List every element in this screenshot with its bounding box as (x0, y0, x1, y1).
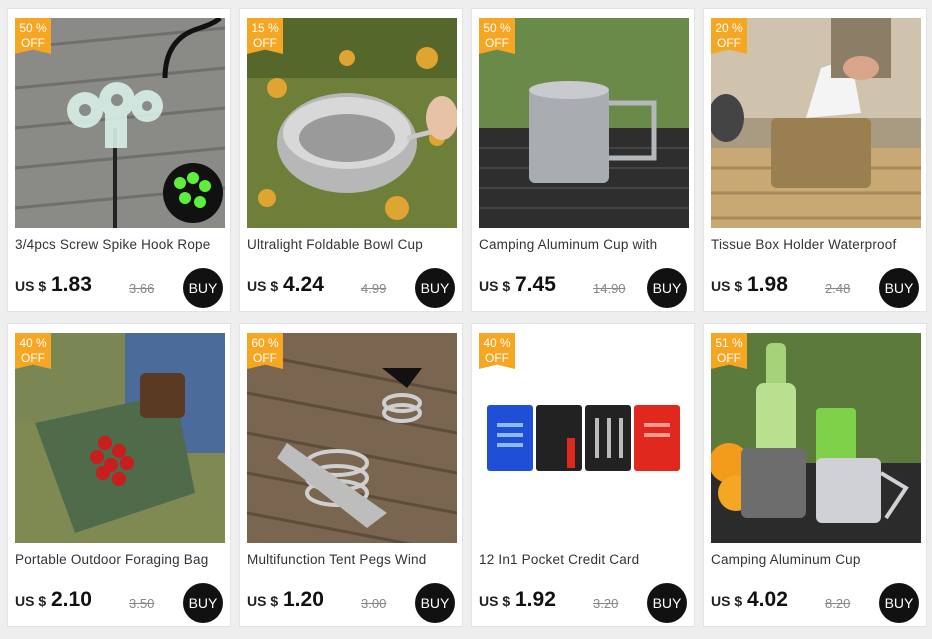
original-price: 3.20 (593, 596, 619, 611)
discount-badge: 50 % OFF (15, 18, 51, 54)
currency-label: US $ (711, 278, 743, 294)
discount-badge: 60 % OFF (247, 333, 283, 369)
product-title[interactable]: Camping Aluminum Cup with (479, 237, 689, 252)
product-title[interactable]: Camping Aluminum Cup (711, 552, 921, 567)
product-price: 2.10 (51, 588, 92, 611)
product-price: 7.45 (515, 273, 556, 296)
buy-button[interactable]: BUY (879, 268, 919, 308)
product-card[interactable]: 15 % OFF Ultralight Foldable Bowl Cup US … (239, 8, 463, 312)
product-title[interactable]: Tissue Box Holder Waterproof (711, 237, 921, 252)
product-title[interactable]: Ultralight Foldable Bowl Cup (247, 237, 457, 252)
product-title[interactable]: Multifunction Tent Pegs Wind (247, 552, 457, 567)
original-price: 8.20 (825, 596, 851, 611)
currency-label: US $ (15, 593, 47, 609)
product-title[interactable]: 12 In1 Pocket Credit Card (479, 552, 689, 567)
product-grid: 50 % OFF 3/4pcs Screw Spike Hook Rope US … (0, 0, 932, 639)
buy-button[interactable]: BUY (183, 583, 223, 623)
currency-label: US $ (15, 278, 47, 294)
currency-label: US $ (247, 593, 279, 609)
original-price: 2.48 (825, 281, 851, 296)
original-price: 3.00 (361, 596, 387, 611)
discount-badge: 50 % OFF (479, 18, 515, 54)
buy-button[interactable]: BUY (879, 583, 919, 623)
product-card[interactable]: 20 % OFF Tissue Box Holder Waterproof US … (703, 8, 927, 312)
buy-button[interactable]: BUY (415, 583, 455, 623)
product-price: 1.98 (747, 273, 788, 296)
product-price: 4.24 (283, 273, 324, 296)
original-price: 14.90 (593, 281, 626, 296)
product-card[interactable]: 40 % OFF 12 In1 Pocket Credit Card US $ 1… (471, 323, 695, 627)
buy-button[interactable]: BUY (415, 268, 455, 308)
product-card[interactable]: 51 % OFF Camping Aluminum Cup US $ 4.02 8… (703, 323, 927, 627)
product-title[interactable]: 3/4pcs Screw Spike Hook Rope (15, 237, 225, 252)
product-card[interactable]: 60 % OFF Multifunction Tent Pegs Wind US … (239, 323, 463, 627)
original-price: 3.66 (129, 281, 155, 296)
currency-label: US $ (247, 278, 279, 294)
buy-button[interactable]: BUY (647, 268, 687, 308)
currency-label: US $ (479, 593, 511, 609)
currency-label: US $ (479, 278, 511, 294)
product-card[interactable]: 50 % OFF Camping Aluminum Cup with US $ 7… (471, 8, 695, 312)
product-card[interactable]: 50 % OFF 3/4pcs Screw Spike Hook Rope US … (7, 8, 231, 312)
discount-badge: 40 % OFF (15, 333, 51, 369)
original-price: 3.50 (129, 596, 155, 611)
buy-button[interactable]: BUY (183, 268, 223, 308)
original-price: 4.99 (361, 281, 387, 296)
discount-badge: 20 % OFF (711, 18, 747, 54)
product-title[interactable]: Portable Outdoor Foraging Bag (15, 552, 225, 567)
discount-badge: 51 % OFF (711, 333, 747, 369)
product-price: 1.92 (515, 588, 556, 611)
discount-badge: 15 % OFF (247, 18, 283, 54)
currency-label: US $ (711, 593, 743, 609)
buy-button[interactable]: BUY (647, 583, 687, 623)
product-price: 4.02 (747, 588, 788, 611)
product-price: 1.83 (51, 273, 92, 296)
product-card[interactable]: 40 % OFF Portable Outdoor Foraging Bag US… (7, 323, 231, 627)
product-price: 1.20 (283, 588, 324, 611)
discount-badge: 40 % OFF (479, 333, 515, 369)
